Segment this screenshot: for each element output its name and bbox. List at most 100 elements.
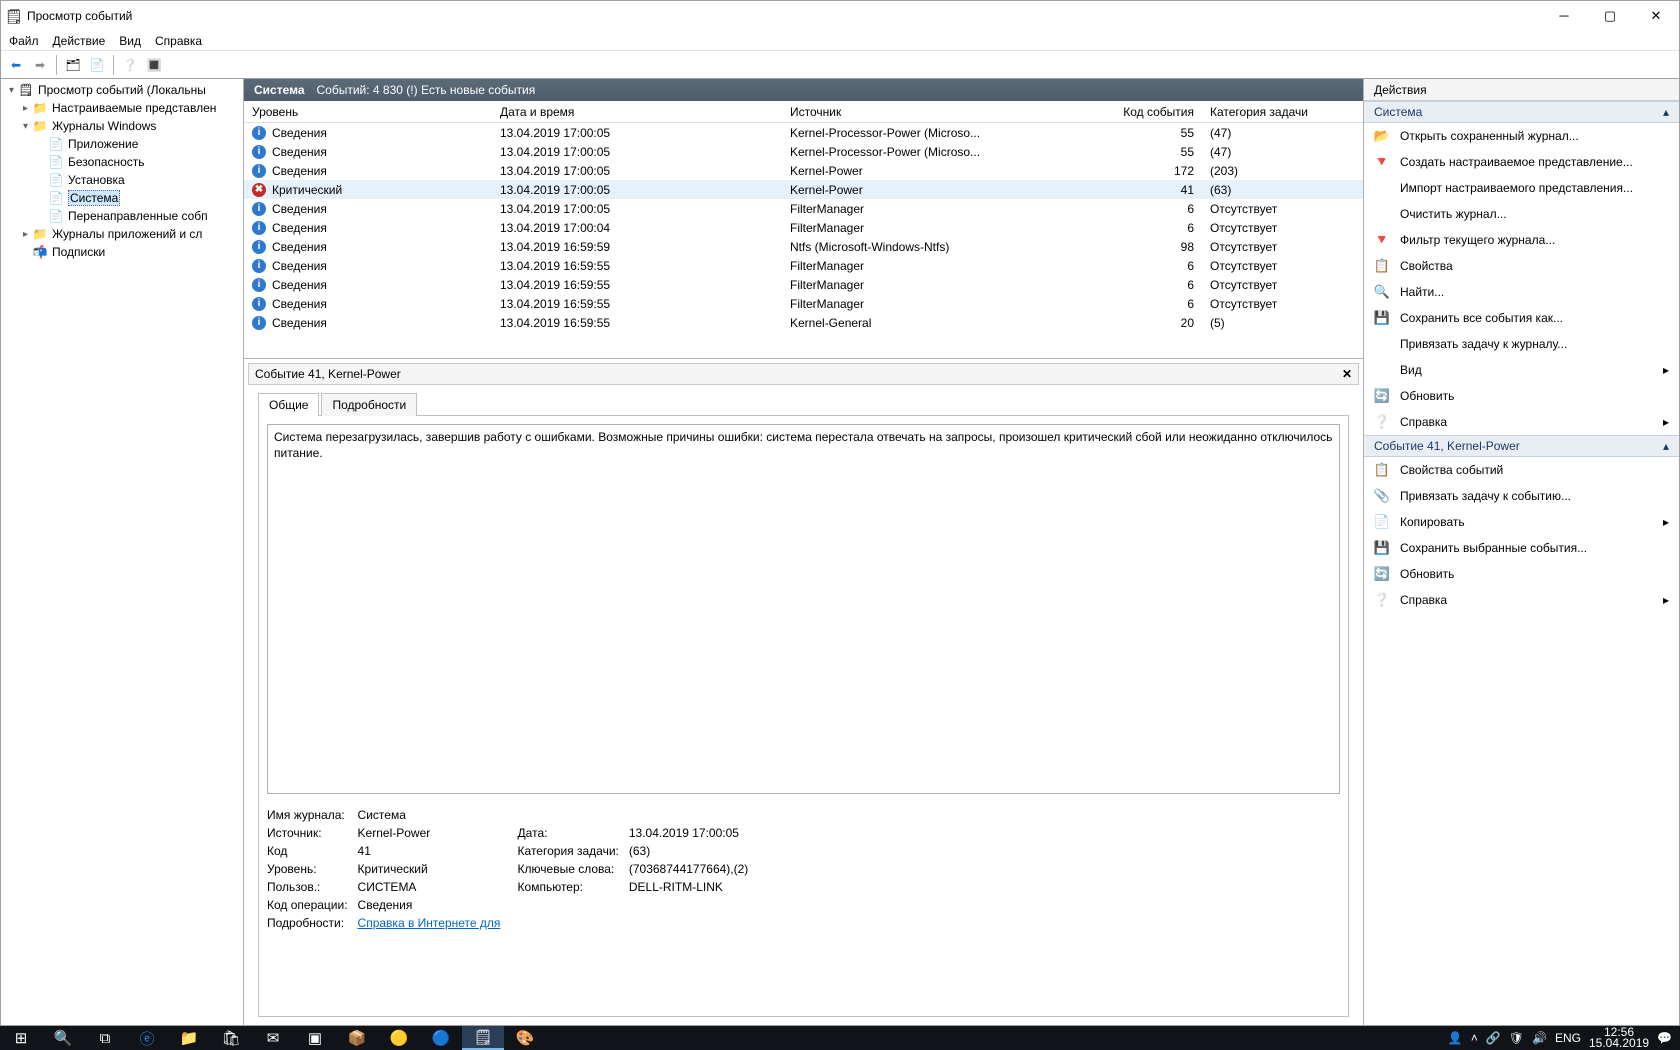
- col-category[interactable]: Категория задачи: [1202, 101, 1363, 122]
- action-item[interactable]: 📋Свойства событий: [1364, 457, 1679, 483]
- actions-section-system[interactable]: Система▴: [1364, 101, 1679, 123]
- taskbar-store[interactable]: 🛍: [210, 1026, 252, 1050]
- action-item[interactable]: 💾Сохранить выбранные события...: [1364, 535, 1679, 561]
- tray-security-icon[interactable]: 🛡: [1509, 1031, 1524, 1045]
- cell-date: 13.04.2019 16:59:55: [492, 259, 782, 273]
- task-view-button[interactable]: ⧉: [84, 1026, 126, 1050]
- event-row[interactable]: iСведения13.04.2019 16:59:55FilterManage…: [244, 256, 1363, 275]
- taskbar-explorer[interactable]: 📁: [168, 1026, 210, 1050]
- navigation-tree[interactable]: ▾🗒Просмотр событий (Локальны▸📁Настраивае…: [1, 79, 244, 1025]
- action-item[interactable]: ❔Справка▸: [1364, 409, 1679, 435]
- properties-button[interactable]: 🔳: [143, 54, 165, 76]
- tree-item[interactable]: 📄Установка: [1, 171, 243, 189]
- tree-item[interactable]: ▾📁Журналы Windows: [1, 117, 243, 135]
- event-row[interactable]: iСведения13.04.2019 17:00:05Kernel-Proce…: [244, 142, 1363, 161]
- col-code[interactable]: Код события: [1082, 101, 1202, 122]
- taskbar-app3[interactable]: 🔵: [420, 1026, 462, 1050]
- tray-people-icon[interactable]: 👤: [1448, 1031, 1463, 1045]
- cell-category: Отсутствует: [1202, 202, 1363, 216]
- action-item[interactable]: 🔻Фильтр текущего журнала...: [1364, 227, 1679, 253]
- menu-view[interactable]: Вид: [119, 34, 141, 48]
- action-item[interactable]: 🔄Обновить: [1364, 561, 1679, 587]
- col-level[interactable]: Уровень: [244, 101, 492, 122]
- event-row[interactable]: iСведения13.04.2019 16:59:59Ntfs (Micros…: [244, 237, 1363, 256]
- action-item[interactable]: 📂Открыть сохраненный журнал...: [1364, 123, 1679, 149]
- show-hide-tree-button[interactable]: 🗂: [62, 54, 84, 76]
- col-date[interactable]: Дата и время: [492, 101, 782, 122]
- tree-item[interactable]: 📬Подписки: [1, 243, 243, 261]
- grid-header[interactable]: Уровень Дата и время Источник Код событи…: [244, 101, 1363, 123]
- tray-chevron-icon[interactable]: ˄: [1471, 1031, 1478, 1045]
- tray-language[interactable]: ENG: [1555, 1031, 1581, 1045]
- action-item[interactable]: ❔Справка▸: [1364, 587, 1679, 613]
- col-source[interactable]: Источник: [782, 101, 1082, 122]
- tree-item[interactable]: 📄Безопасность: [1, 153, 243, 171]
- system-tray[interactable]: 👤 ˄ 🔗 🛡 🔊 ENG 12:56 15.04.2019 💬: [1448, 1027, 1680, 1049]
- action-item[interactable]: 💾Сохранить все события как...: [1364, 305, 1679, 331]
- action-item[interactable]: 🔄Обновить: [1364, 383, 1679, 409]
- actions-section-event[interactable]: Событие 41, Kernel-Power▴: [1364, 435, 1679, 457]
- tree-item[interactable]: 📄Перенаправленные собп: [1, 207, 243, 225]
- tray-network-icon[interactable]: 🔗: [1486, 1031, 1501, 1045]
- cell-code: 172: [1082, 164, 1202, 178]
- expand-icon[interactable]: ▾: [19, 121, 32, 132]
- taskbar-app2[interactable]: 🟡: [378, 1026, 420, 1050]
- grid-body[interactable]: iСведения13.04.2019 17:00:05Kernel-Proce…: [244, 123, 1363, 358]
- taskbar-terminal[interactable]: ▣: [294, 1026, 336, 1050]
- expand-icon[interactable]: ▸: [19, 103, 32, 114]
- taskbar-eventviewer[interactable]: 🗒: [462, 1026, 504, 1050]
- action-item[interactable]: 📋Свойства: [1364, 253, 1679, 279]
- maximize-button[interactable]: ▢: [1587, 1, 1633, 31]
- cell-category: Отсутствует: [1202, 278, 1363, 292]
- detail-close-icon[interactable]: ✕: [1342, 367, 1352, 381]
- tree-item[interactable]: ▸📁Журналы приложений и сл: [1, 225, 243, 243]
- action-item[interactable]: Вид▸: [1364, 357, 1679, 383]
- event-row[interactable]: iСведения13.04.2019 16:59:55FilterManage…: [244, 275, 1363, 294]
- tree-item[interactable]: 📄Система: [1, 189, 243, 207]
- event-row[interactable]: iСведения13.04.2019 16:59:55Kernel-Gener…: [244, 313, 1363, 332]
- taskbar-paint[interactable]: 🎨: [504, 1026, 546, 1050]
- tree-item[interactable]: ▸📁Настраиваемые представлен: [1, 99, 243, 117]
- menu-help[interactable]: Справка: [155, 34, 202, 48]
- close-button[interactable]: ✕: [1633, 1, 1679, 31]
- menu-file[interactable]: Файл: [9, 34, 39, 48]
- taskbar-mail[interactable]: ✉: [252, 1026, 294, 1050]
- action-item[interactable]: 🔍Найти...: [1364, 279, 1679, 305]
- event-row[interactable]: ✖Критический13.04.2019 17:00:05Kernel-Po…: [244, 180, 1363, 199]
- menu-action[interactable]: Действие: [53, 34, 106, 48]
- window-title: Просмотр событий: [27, 9, 1541, 23]
- search-button[interactable]: 🔍: [42, 1026, 84, 1050]
- event-row[interactable]: iСведения13.04.2019 17:00:04FilterManage…: [244, 218, 1363, 237]
- taskbar-edge[interactable]: ⓔ: [126, 1026, 168, 1050]
- tray-notifications-icon[interactable]: 💬: [1657, 1031, 1672, 1045]
- expand-icon[interactable]: ▸: [19, 229, 32, 240]
- tray-volume-icon[interactable]: 🔊: [1532, 1031, 1547, 1045]
- event-row[interactable]: iСведения13.04.2019 17:00:05FilterManage…: [244, 199, 1363, 218]
- action-item[interactable]: 📄Копировать▸: [1364, 509, 1679, 535]
- tree-item[interactable]: ▾🗒Просмотр событий (Локальны: [1, 81, 243, 99]
- nav-forward-button[interactable]: ➡: [29, 54, 51, 76]
- start-button[interactable]: ⊞: [0, 1026, 42, 1050]
- cell-category: Отсутствует: [1202, 259, 1363, 273]
- minimize-button[interactable]: ─: [1541, 1, 1587, 31]
- tray-clock[interactable]: 12:56 15.04.2019: [1589, 1027, 1649, 1049]
- nav-back-button[interactable]: ⬅: [5, 54, 27, 76]
- taskbar-app1[interactable]: 📦: [336, 1026, 378, 1050]
- action-item[interactable]: 🔻Создать настраиваемое представление...: [1364, 149, 1679, 175]
- event-row[interactable]: iСведения13.04.2019 17:00:05Kernel-Proce…: [244, 123, 1363, 142]
- action-item[interactable]: Очистить журнал...: [1364, 201, 1679, 227]
- action-item[interactable]: Привязать задачу к журналу...: [1364, 331, 1679, 357]
- tree-item[interactable]: 📄Приложение: [1, 135, 243, 153]
- expand-icon[interactable]: ▾: [5, 85, 18, 96]
- taskbar[interactable]: ⊞ 🔍 ⧉ ⓔ 📁 🛍 ✉ ▣ 📦 🟡 🔵 🗒 🎨 👤 ˄ 🔗 🛡 🔊 ENG …: [0, 1026, 1680, 1050]
- tab-general[interactable]: Общие: [258, 393, 319, 416]
- tab-details[interactable]: Подробности: [321, 393, 417, 416]
- action-item[interactable]: Импорт настраиваемого представления...: [1364, 175, 1679, 201]
- help-button[interactable]: ❔: [119, 54, 141, 76]
- refresh-button[interactable]: 📄: [86, 54, 108, 76]
- event-row[interactable]: iСведения13.04.2019 17:00:05Kernel-Power…: [244, 161, 1363, 180]
- online-help-link[interactable]: Справка в Интернете для: [358, 916, 501, 930]
- action-item[interactable]: 📎Привязать задачу к событию...: [1364, 483, 1679, 509]
- event-row[interactable]: iСведения13.04.2019 16:59:55FilterManage…: [244, 294, 1363, 313]
- tree-item-label: Приложение: [68, 137, 138, 151]
